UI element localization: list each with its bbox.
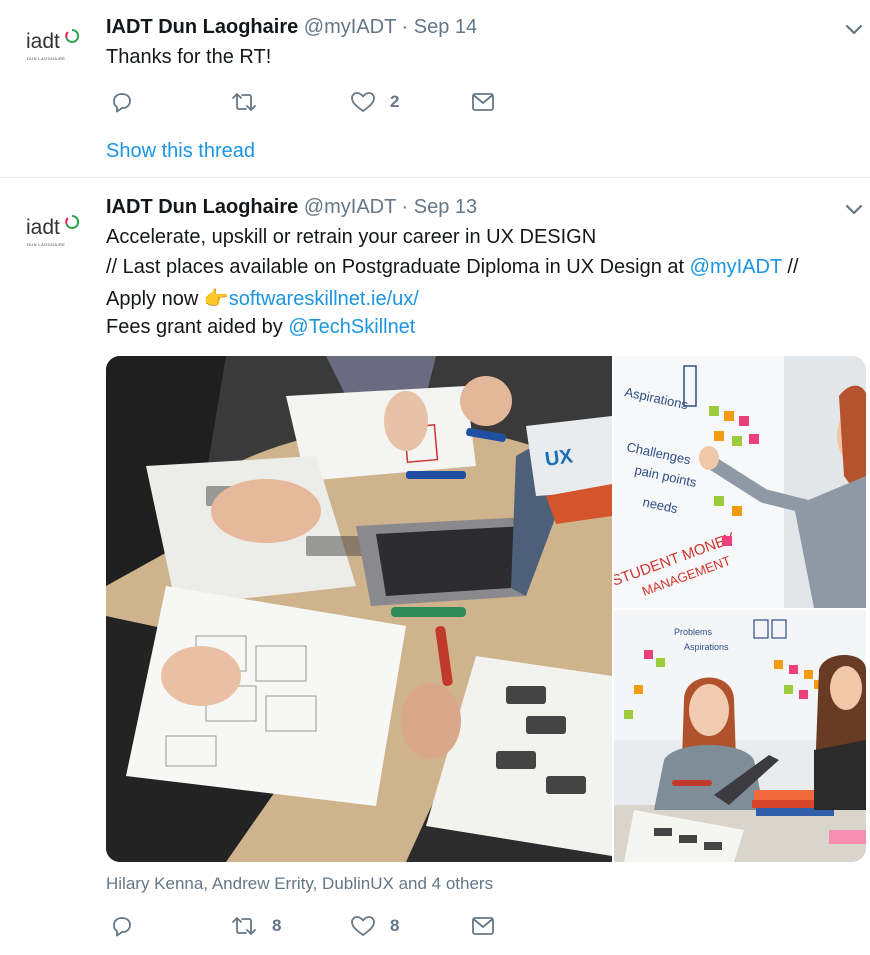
author-handle[interactable]: @myIADT: [304, 16, 396, 38]
mention-link[interactable]: @TechSkillnet: [288, 316, 415, 338]
tweet[interactable]: iadt DUN LAOGHAIRE IADT Dun Laoghaire @m…: [0, 0, 870, 178]
author-name[interactable]: IADT Dun Laoghaire: [106, 16, 298, 38]
reply-button[interactable]: [110, 914, 134, 938]
svg-text:Aspirations: Aspirations: [684, 642, 729, 652]
tweet-date[interactable]: Sep 13: [414, 196, 477, 218]
author-handle[interactable]: @myIADT: [304, 196, 396, 218]
whiteboard-photo[interactable]: Aspirations Challenges pain points needs…: [614, 356, 866, 608]
url-link[interactable]: softwareskillnet.ie/ux/: [229, 288, 419, 310]
like-icon: [351, 92, 375, 112]
tweet[interactable]: iadt DUN LAOGHAIRE IADT Dun Laoghaire @m…: [0, 178, 870, 955]
text-segment: Fees grant aided by: [106, 316, 289, 338]
like-button[interactable]: 8: [350, 914, 399, 938]
mention-link[interactable]: @myIADT: [690, 256, 782, 278]
workshop-table-photo[interactable]: UX: [106, 356, 612, 862]
retweet-button[interactable]: [230, 90, 258, 114]
message-icon: [472, 917, 494, 935]
like-count: 2: [390, 92, 400, 111]
separator: ·: [401, 16, 409, 38]
text-segment: // Last places available on Postgraduate…: [106, 256, 690, 278]
tweet-text-line: // Last places available on Postgraduate…: [106, 256, 799, 279]
svg-text:UX: UX: [544, 445, 575, 471]
tweet-text-line: Accelerate, upskill or retrain your care…: [106, 226, 597, 248]
avatar-logo-subtext: DUN LAOGHAIRE: [27, 242, 66, 247]
logo-swirl-icon: [65, 214, 80, 229]
reply-icon: [113, 917, 131, 937]
classroom-photo[interactable]: Problems Aspirations: [614, 610, 866, 862]
retweet-icon: [232, 917, 256, 935]
avatar-logo-text: iadt: [26, 216, 60, 239]
retweet-count: 8: [272, 916, 282, 935]
tweet-text-line: Fees grant aided by @TechSkillnet: [106, 316, 415, 339]
workshop-photo-illustration: UX: [106, 356, 612, 862]
reply-icon: [113, 93, 131, 113]
text-segment: //: [781, 256, 799, 278]
classroom-photo-illustration: Problems Aspirations: [614, 610, 866, 862]
tweet-text-line: Apply now 👉softwareskillnet.ie/ux/: [106, 286, 419, 311]
reply-button[interactable]: [110, 90, 134, 114]
whiteboard-photo-illustration: Aspirations Challenges pain points needs…: [614, 356, 866, 608]
avatar-logo-subtext: DUN LAOGHAIRE: [27, 56, 66, 61]
message-icon: [472, 93, 494, 111]
chevron-down-icon[interactable]: [844, 23, 864, 37]
tweet-header: IADT Dun Laoghaire @myIADT · Sep 14: [106, 16, 477, 39]
show-thread-link[interactable]: Show this thread: [106, 140, 255, 163]
direct-message-button[interactable]: [470, 90, 496, 114]
svg-text:Problems: Problems: [674, 627, 713, 637]
liked-by-text[interactable]: Hilary Kenna, Andrew Errity, DublinUX an…: [106, 874, 493, 894]
like-icon: [351, 916, 375, 936]
retweet-button[interactable]: 8: [230, 914, 281, 938]
tweet-date[interactable]: Sep 14: [414, 16, 477, 38]
direct-message-button[interactable]: [470, 914, 496, 938]
retweet-icon: [232, 93, 256, 111]
tweet-actions: 8 8: [106, 914, 506, 946]
tweet-header: IADT Dun Laoghaire @myIADT · Sep 13: [106, 196, 477, 219]
author-name[interactable]: IADT Dun Laoghaire: [106, 196, 298, 218]
chevron-down-icon[interactable]: [844, 203, 864, 217]
tweet-actions: 2: [106, 90, 506, 122]
avatar[interactable]: iadt DUN LAOGHAIRE: [22, 22, 86, 62]
like-button[interactable]: 2: [350, 90, 399, 114]
avatar[interactable]: iadt DUN LAOGHAIRE: [22, 208, 86, 248]
separator: ·: [401, 196, 409, 218]
like-count: 8: [390, 916, 400, 935]
logo-swirl-icon: [65, 28, 80, 43]
media-grid: UX Aspirations Challenges pain points ne…: [106, 356, 866, 862]
tweet-text: Thanks for the RT!: [106, 46, 272, 68]
text-segment: Apply now: [106, 288, 204, 310]
avatar-logo-text: iadt: [26, 30, 60, 53]
pointing-hand-icon: 👉: [203, 288, 229, 310]
